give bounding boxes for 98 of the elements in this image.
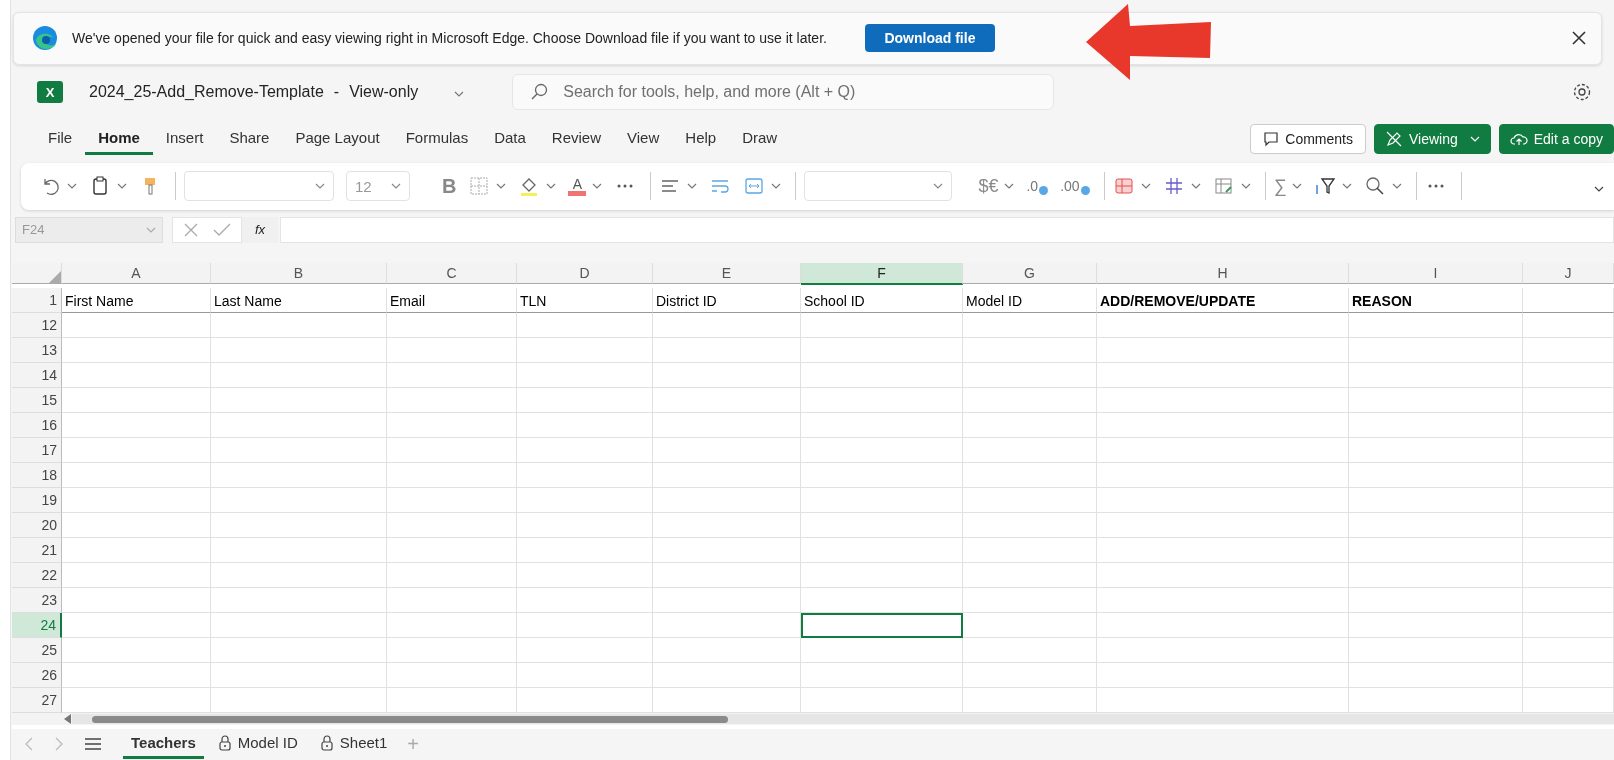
row-header[interactable]: 18	[12, 463, 62, 489]
search-icon	[530, 83, 549, 102]
view-mode-label: View-only	[349, 83, 419, 102]
search-field[interactable]: Search for tools, help, and more (Alt + Q)	[512, 74, 1055, 111]
action-button[interactable]: Viewing	[1373, 124, 1491, 155]
settings-icon[interactable]	[1572, 82, 1592, 103]
column-header[interactable]: A	[62, 263, 211, 285]
menu-icon[interactable]	[85, 738, 101, 751]
chevron-icon[interactable]	[1140, 183, 1151, 190]
action-button[interactable]: Edit a copy	[1498, 124, 1614, 155]
edge-logo-icon	[32, 25, 58, 52]
column-header[interactable]: B	[211, 263, 387, 285]
font-color-button[interactable]: A	[568, 176, 587, 196]
column-header[interactable]: J	[1523, 263, 1614, 285]
horizontal-scrollbar[interactable]	[72, 714, 1614, 725]
chevron-icon[interactable]	[1342, 183, 1353, 190]
table-cell: School ID	[801, 288, 963, 314]
row-header[interactable]: 12	[12, 313, 62, 339]
insert-function-button[interactable]: fx	[242, 216, 278, 243]
formula-field[interactable]	[280, 216, 1614, 243]
toolbar-button[interactable]: B	[442, 174, 457, 198]
chevron-icon[interactable]	[117, 183, 127, 190]
decimal-button[interactable]: .00	[1060, 177, 1090, 195]
menu-tab[interactable]: Insert	[152, 123, 217, 156]
row-header[interactable]: 19	[12, 488, 62, 514]
column-header[interactable]: H	[1097, 263, 1349, 285]
row-header[interactable]: 15	[12, 388, 62, 414]
active-cell[interactable]	[801, 613, 963, 639]
menu-tab[interactable]: File	[35, 123, 86, 156]
pen-icon	[1384, 130, 1403, 149]
chevron-icon[interactable]	[1190, 183, 1201, 190]
table-cell: Email	[387, 288, 517, 314]
close-icon[interactable]	[1571, 30, 1587, 47]
excel-logo-icon: X	[37, 81, 63, 104]
cancel-icon[interactable]	[183, 221, 199, 238]
menu-tab[interactable]: Data	[481, 123, 539, 156]
chevron-icon[interactable]	[1004, 183, 1015, 190]
file-name: 2024_25-Add_Remove-Template	[89, 83, 324, 102]
row-header[interactable]: 21	[12, 538, 62, 564]
menu-tab[interactable]: Review	[538, 123, 615, 156]
column-header[interactable]: D	[517, 263, 653, 285]
chevron-icon[interactable]	[592, 183, 603, 190]
menu-tab[interactable]: Formulas	[392, 123, 482, 156]
column-header[interactable]: I	[1349, 263, 1523, 285]
comments-button[interactable]: Comments	[1250, 124, 1366, 155]
row-header[interactable]: 13	[12, 338, 62, 364]
chevron-icon[interactable]	[1240, 183, 1251, 190]
chevron-icon[interactable]	[454, 91, 465, 98]
table-cell: TLN	[517, 288, 653, 314]
download-file-button[interactable]: Download file	[864, 24, 995, 53]
row-header[interactable]: 20	[12, 513, 62, 539]
row-header[interactable]: 17	[12, 438, 62, 464]
sheet-tab[interactable]: Model ID	[209, 729, 306, 760]
row-header[interactable]: 25	[12, 638, 62, 664]
comment-icon	[1263, 131, 1280, 148]
table-cell: REASON	[1349, 288, 1523, 314]
check-icon[interactable]	[213, 222, 231, 237]
chevron-icon[interactable]	[67, 183, 77, 190]
menu-tab[interactable]: Page Layout	[282, 123, 393, 156]
row-header[interactable]: 27	[12, 688, 62, 714]
menu-tab[interactable]: Home	[85, 123, 153, 156]
table-cell: First Name	[62, 288, 211, 314]
chevron-icon[interactable]	[1392, 183, 1403, 190]
title-separator: -	[333, 83, 340, 102]
column-header[interactable]: E	[653, 263, 801, 285]
lock-icon	[319, 734, 334, 751]
menu-tab[interactable]: Share	[216, 123, 283, 156]
table-cell: Model ID	[963, 288, 1097, 314]
row-header[interactable]: 22	[12, 563, 62, 589]
chevron-icon[interactable]	[546, 183, 557, 190]
scrollbar-thumb[interactable]	[92, 715, 728, 723]
column-header[interactable]: C	[387, 263, 517, 285]
chevron-icon[interactable]	[496, 183, 507, 190]
menu-tab[interactable]: View	[614, 123, 673, 156]
column-header[interactable]: G	[963, 263, 1097, 285]
toolbar-button[interactable]: $€	[978, 175, 999, 197]
row-header[interactable]: 24	[12, 613, 62, 639]
row-header[interactable]: 14	[12, 363, 62, 389]
table-cell: District ID	[653, 288, 801, 314]
row-header[interactable]: 23	[12, 588, 62, 614]
chevron-icon[interactable]	[687, 183, 698, 190]
sheet-tab[interactable]: Teachers	[123, 729, 204, 760]
chevron-icon[interactable]	[771, 183, 782, 190]
sheet-tab[interactable]: Sheet1	[311, 729, 396, 760]
chevron-icon[interactable]	[1292, 183, 1303, 190]
table-cell: Last Name	[211, 288, 387, 314]
table-cell: ADD/REMOVE/UPDATE	[1097, 288, 1349, 314]
menu-tab[interactable]: Help	[672, 123, 730, 156]
lock-icon	[217, 734, 232, 751]
column-header[interactable]: F	[801, 263, 963, 286]
cloud-upload-icon	[1509, 131, 1528, 148]
chevron-icon[interactable]	[1594, 185, 1604, 192]
menu-tab[interactable]: Draw	[729, 123, 791, 156]
row-header[interactable]: 26	[12, 663, 62, 689]
banner-message: We've opened your file for quick and easy viewing right in Microsoft Edge. Choose Download file if you want to use it later.	[72, 30, 827, 47]
row-header[interactable]: 1	[12, 288, 62, 314]
decimal-button[interactable]: .0	[1026, 177, 1049, 195]
row-header[interactable]: 16	[12, 413, 62, 439]
